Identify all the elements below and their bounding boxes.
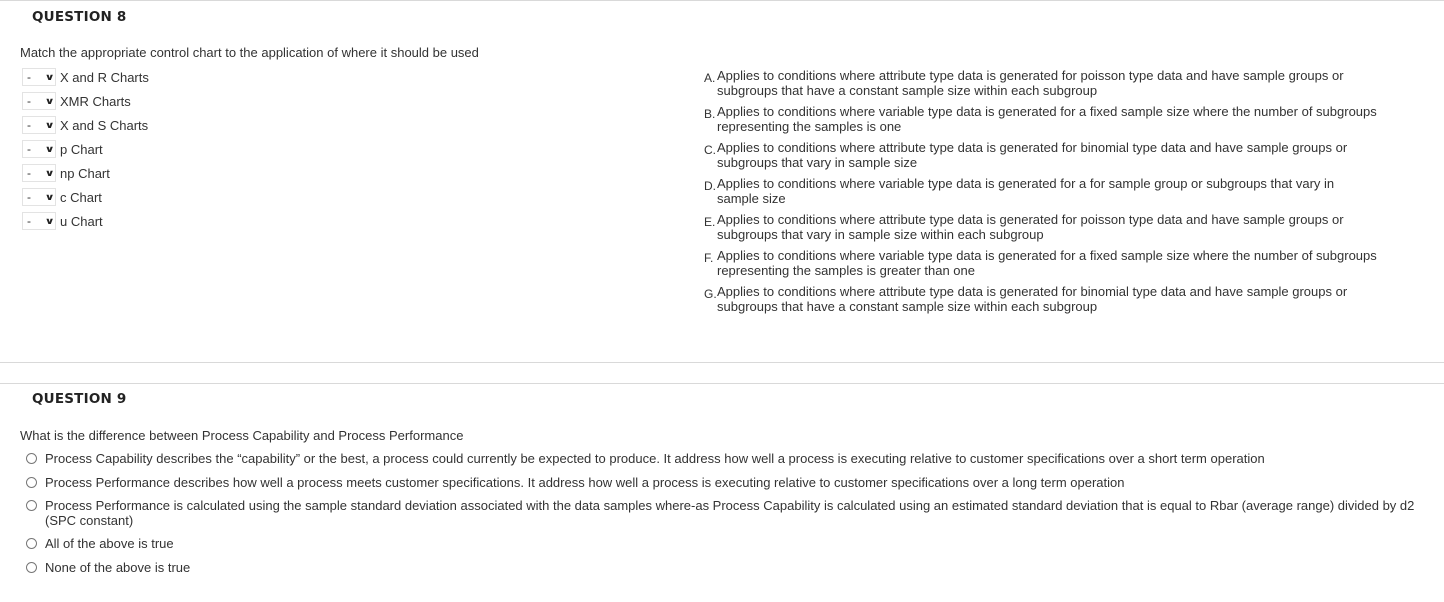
chevron-down-icon: ∨	[44, 191, 55, 202]
radio-circle-icon[interactable]	[26, 477, 37, 488]
match-label: c Chart	[60, 189, 102, 205]
question-9-prompt: What is the difference between Process C…	[20, 428, 464, 443]
match-row: - ∨ np Chart	[22, 163, 110, 183]
chevron-down-icon: ∨	[44, 143, 55, 154]
answer-text: Applies to conditions where variable typ…	[717, 248, 1377, 278]
section-divider	[0, 362, 1444, 363]
answer-item: E. Applies to conditions where attribute …	[704, 212, 1404, 242]
answer-text: Applies to conditions where attribute ty…	[717, 212, 1344, 242]
question-8-prompt: Match the appropriate control chart to t…	[20, 45, 479, 60]
answer-item: A. Applies to conditions where attribute …	[704, 68, 1404, 98]
radio-circle-icon[interactable]	[26, 500, 37, 511]
radio-circle-icon[interactable]	[26, 453, 37, 464]
answer-text: Applies to conditions where variable typ…	[717, 176, 1335, 206]
match-row: - ∨ X and S Charts	[22, 115, 148, 135]
answer-letter: D.	[704, 179, 716, 193]
radio-circle-icon[interactable]	[26, 562, 37, 573]
match-label: X and S Charts	[60, 117, 149, 133]
chevron-down-icon: ∨	[44, 95, 55, 106]
question-8-header: QUESTION 8	[32, 9, 127, 25]
answer-option[interactable]: Process Performance describes how well a…	[26, 475, 1416, 490]
chevron-down-icon: ∨	[44, 167, 55, 178]
match-select[interactable]: - ∨	[22, 140, 56, 158]
answer-letter: A.	[704, 71, 716, 85]
option-text: Process Capability describes the “capabi…	[45, 451, 1265, 466]
top-border	[0, 0, 1444, 1]
match-label: X and R Charts	[60, 69, 149, 85]
match-select[interactable]: - ∨	[22, 68, 56, 86]
radio-circle-icon[interactable]	[26, 538, 37, 549]
match-select[interactable]: - ∨	[22, 212, 56, 230]
match-select[interactable]: - ∨	[22, 92, 56, 110]
answer-text: Applies to conditions where attribute ty…	[717, 284, 1348, 314]
answer-letter: B.	[704, 107, 716, 121]
answer-letter: C.	[704, 143, 716, 157]
match-select[interactable]: - ∨	[22, 116, 56, 134]
answer-letter: E.	[704, 215, 716, 229]
match-row: - ∨ c Chart	[22, 187, 102, 207]
answer-item: C. Applies to conditions where attribute …	[704, 140, 1404, 170]
answer-letter: F.	[704, 251, 714, 265]
section-divider	[0, 383, 1444, 384]
match-row: - ∨ p Chart	[22, 139, 103, 159]
answer-option[interactable]: All of the above is true	[26, 536, 1416, 551]
match-label: u Chart	[60, 213, 103, 229]
option-text: All of the above is true	[45, 536, 174, 551]
answer-option[interactable]: None of the above is true	[26, 560, 1416, 575]
match-row: - ∨ X and R Charts	[22, 67, 149, 87]
match-row: - ∨ u Chart	[22, 211, 103, 231]
answer-letter: G.	[704, 287, 717, 301]
match-row: - ∨ XMR Charts	[22, 91, 131, 111]
answer-text: Applies to conditions where attribute ty…	[717, 68, 1344, 98]
option-text: None of the above is true	[45, 560, 191, 575]
chevron-down-icon: ∨	[44, 215, 55, 226]
chevron-down-icon: ∨	[44, 71, 55, 82]
question-9-header: QUESTION 9	[32, 391, 127, 407]
option-text: Process Performance describes how well a…	[45, 475, 1125, 490]
chevron-down-icon: ∨	[44, 119, 55, 130]
match-label: p Chart	[60, 141, 103, 157]
match-label: XMR Charts	[60, 93, 131, 109]
answer-item: F. Applies to conditions where variable t…	[704, 248, 1404, 278]
answer-item: D. Applies to conditions where variable t…	[704, 176, 1404, 206]
match-label: np Chart	[60, 165, 110, 181]
option-text: Process Performance is calculated using …	[45, 498, 1415, 528]
answer-option[interactable]: Process Performance is calculated using …	[26, 498, 1416, 528]
match-select[interactable]: - ∨	[22, 188, 56, 206]
answer-item: B. Applies to conditions where variable t…	[704, 104, 1404, 134]
answer-option[interactable]: Process Capability describes the “capabi…	[26, 451, 1416, 466]
match-select[interactable]: - ∨	[22, 164, 56, 182]
answer-item: G. Applies to conditions where attribute …	[704, 284, 1404, 314]
answer-text: Applies to conditions where variable typ…	[717, 104, 1377, 134]
answer-text: Applies to conditions where attribute ty…	[717, 140, 1348, 170]
answer-list: A. Applies to conditions where attribute …	[704, 68, 1404, 320]
